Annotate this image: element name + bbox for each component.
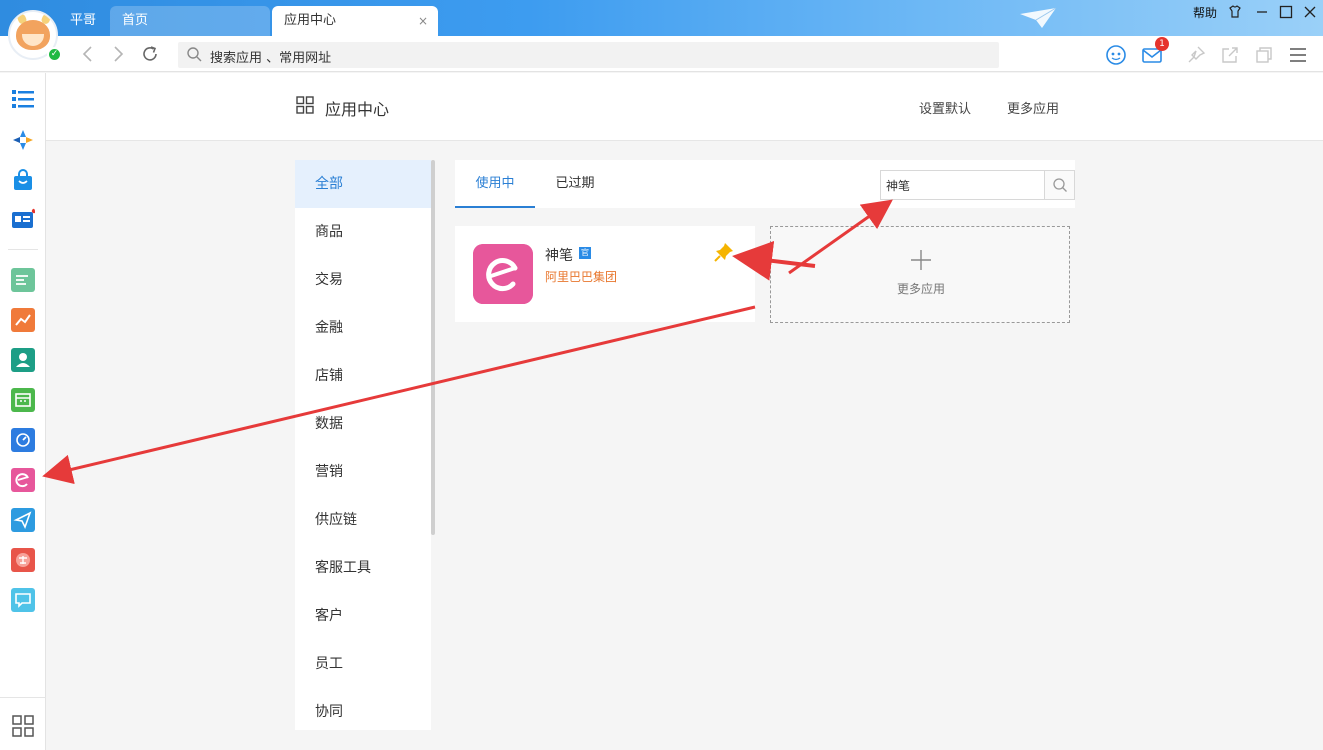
category-item[interactable]: 数据 (295, 400, 431, 448)
more-apps-label: 更多应用 (896, 282, 945, 296)
help-link[interactable]: 帮助 (1193, 4, 1217, 21)
category-item[interactable]: 协同 (295, 688, 431, 730)
app-grid-icon[interactable] (11, 714, 35, 738)
navigation-bar: 搜索应用 、常用网址 (0, 36, 1323, 72)
maximize-icon[interactable] (1277, 3, 1295, 21)
menu-icon[interactable] (1287, 44, 1309, 66)
refresh-icon[interactable] (140, 44, 160, 64)
skin-icon[interactable] (1226, 3, 1244, 21)
window-copy-icon[interactable] (1253, 44, 1275, 66)
mail-count-badge: 1 (1155, 37, 1169, 51)
paper-plane-icon (1020, 7, 1057, 28)
back-icon[interactable] (78, 44, 98, 64)
more-apps-link[interactable]: 更多应用 (1007, 98, 1059, 117)
tab-label: 应用中心 (284, 13, 337, 28)
panel-tabs: 使用中 已过期 神笔 (455, 160, 1075, 208)
minimize-icon[interactable] (1253, 3, 1271, 21)
app-center-grid-icon (296, 96, 314, 114)
category-item[interactable]: 供应链 (295, 496, 431, 544)
official-badge: 官 (579, 247, 591, 259)
app-vendor: 阿里巴巴集团 (545, 270, 618, 284)
tab-home[interactable]: 首页 (110, 6, 270, 36)
close-window-icon[interactable] (1301, 3, 1319, 21)
search-button[interactable] (1044, 171, 1074, 199)
chart-app-icon[interactable] (11, 308, 35, 332)
page-title: 应用中心 (325, 100, 390, 119)
sidebar-bottom-divider (0, 697, 46, 698)
avatar-face (16, 20, 50, 50)
pin-icon[interactable] (714, 242, 734, 262)
tab-close-icon[interactable]: × (418, 6, 428, 36)
category-item[interactable]: 员工 (295, 640, 431, 688)
tab-expired[interactable]: 已过期 (545, 160, 605, 208)
page-header: 应用中心 设置默认 更多应用 (46, 73, 1323, 141)
calendar-app-icon[interactable] (11, 388, 35, 412)
category-item[interactable]: 客户 (295, 592, 431, 640)
pinwheel-icon[interactable] (11, 128, 35, 152)
shopping-bag-icon[interactable] (11, 168, 35, 192)
forward-icon[interactable] (108, 44, 128, 64)
search-icon (1053, 178, 1067, 192)
category-scrollbar[interactable] (431, 160, 435, 535)
news-card-icon[interactable] (11, 208, 35, 232)
gauge-app-icon[interactable] (11, 428, 35, 452)
shenbi-app-icon[interactable] (11, 468, 35, 492)
category-item[interactable]: 金融 (295, 304, 431, 352)
sidebar-divider (8, 249, 38, 250)
tab-app-center[interactable]: 应用中心 × (272, 6, 438, 36)
more-apps-card[interactable]: 更多应用 (770, 226, 1070, 323)
category-item[interactable]: 商品 (295, 208, 431, 256)
address-bar[interactable]: 搜索应用 、常用网址 (178, 42, 999, 68)
app-card[interactable]: 神笔 官 阿里巴巴集团 (455, 226, 755, 322)
shenbi-logo-icon (473, 244, 533, 304)
show-app-icon[interactable] (11, 548, 35, 572)
category-all[interactable]: 全部 (295, 160, 431, 208)
search-value: 神笔 (886, 179, 911, 193)
pin-toolbar-icon[interactable] (1185, 44, 1207, 66)
plus-icon (911, 250, 931, 270)
category-item[interactable]: 交易 (295, 256, 431, 304)
send-app-icon[interactable] (11, 508, 35, 532)
set-default-link[interactable]: 设置默认 (919, 98, 971, 117)
category-item[interactable]: 店铺 (295, 352, 431, 400)
doc-app-icon[interactable] (11, 268, 35, 292)
category-item[interactable]: 营销 (295, 448, 431, 496)
robot-assistant-icon[interactable] (1105, 44, 1127, 66)
customer-app-icon[interactable] (11, 348, 35, 372)
tab-in-use[interactable]: 使用中 (455, 160, 535, 208)
address-placeholder: 搜索应用 、常用网址 (210, 51, 332, 66)
chat-app-icon[interactable] (11, 588, 35, 612)
left-sidebar (0, 73, 46, 750)
open-external-icon[interactable] (1219, 44, 1241, 66)
category-list: 全部 商品 交易 金融 店铺 数据 营销 供应链 客服工具 客户 员工 协同 (295, 160, 431, 730)
online-status-icon: ✓ (47, 47, 62, 62)
app-name: 神笔 (545, 248, 573, 264)
app-search-input[interactable]: 神笔 (880, 170, 1075, 200)
tab-user[interactable]: 平哥 (58, 6, 110, 36)
list-icon[interactable] (11, 87, 35, 111)
search-icon (187, 47, 202, 62)
category-item[interactable]: 客服工具 (295, 544, 431, 592)
